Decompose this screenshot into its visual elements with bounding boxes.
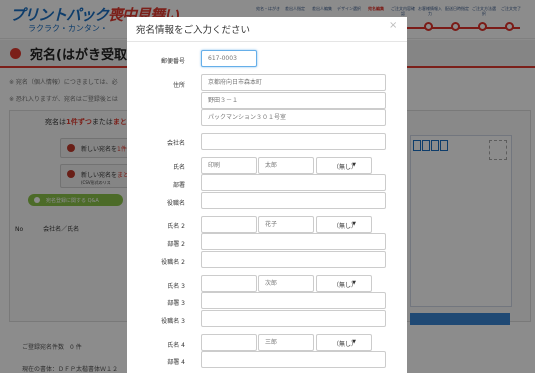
close-icon[interactable]: ×: [389, 20, 397, 31]
department3-label: 部署 3: [167, 300, 185, 307]
role-label: 役職名: [166, 200, 185, 207]
modal-divider: [127, 41, 407, 42]
company-label: 会社名: [166, 140, 185, 147]
surname-input[interactable]: [201, 157, 257, 174]
zip-input[interactable]: [201, 50, 257, 67]
department4-label: 部署 4: [167, 359, 185, 366]
department-input[interactable]: [201, 174, 386, 191]
address-line1-input[interactable]: [201, 74, 386, 91]
role3-label: 役職名 3: [161, 318, 185, 325]
company-input[interactable]: [201, 133, 386, 150]
address-entry-modal: 宛名情報をご入力ください × 郵便番号 住所 会社名 氏名 （無し）▼ 部署 役…: [127, 17, 407, 373]
honorific2-select[interactable]: （無し） ▼: [316, 216, 372, 233]
name2-label: 氏名 2: [167, 223, 185, 230]
name-label: 氏名: [172, 164, 185, 171]
surname3-input[interactable]: [201, 275, 257, 292]
role2-input[interactable]: [201, 251, 386, 268]
department2-label: 部署 2: [167, 241, 185, 248]
given-name-input[interactable]: [258, 157, 314, 174]
given-name3-input[interactable]: [258, 275, 314, 292]
role3-input[interactable]: [201, 310, 386, 327]
department-label: 部署: [172, 182, 185, 189]
honorific4-select[interactable]: （無し） ▼: [316, 334, 372, 351]
address-line2-input[interactable]: [201, 92, 386, 109]
chevron-down-icon: ▼: [352, 339, 356, 345]
honorific3-select[interactable]: （無し） ▼: [316, 275, 372, 292]
surname4-input[interactable]: [201, 334, 257, 351]
given-name2-input[interactable]: [258, 216, 314, 233]
modal-title: 宛名情報をご入力ください: [136, 25, 251, 36]
role-input[interactable]: [201, 192, 386, 209]
chevron-down-icon: ▼: [352, 162, 356, 168]
honorific-select[interactable]: （無し） ▼: [316, 157, 372, 174]
department3-input[interactable]: [201, 292, 386, 309]
name4-label: 氏名 4: [167, 342, 185, 349]
department2-input[interactable]: [201, 233, 386, 250]
surname2-input[interactable]: [201, 216, 257, 233]
role2-label: 役職名 2: [161, 259, 185, 266]
address-label: 住所: [172, 82, 185, 89]
given-name4-input[interactable]: [258, 334, 314, 351]
department4-input[interactable]: [201, 351, 386, 368]
name3-label: 氏名 3: [167, 283, 185, 290]
chevron-down-icon: ▼: [352, 221, 356, 227]
address-line3-input[interactable]: [201, 109, 386, 126]
zip-label: 郵便番号: [160, 58, 185, 65]
chevron-down-icon: ▼: [352, 280, 356, 286]
